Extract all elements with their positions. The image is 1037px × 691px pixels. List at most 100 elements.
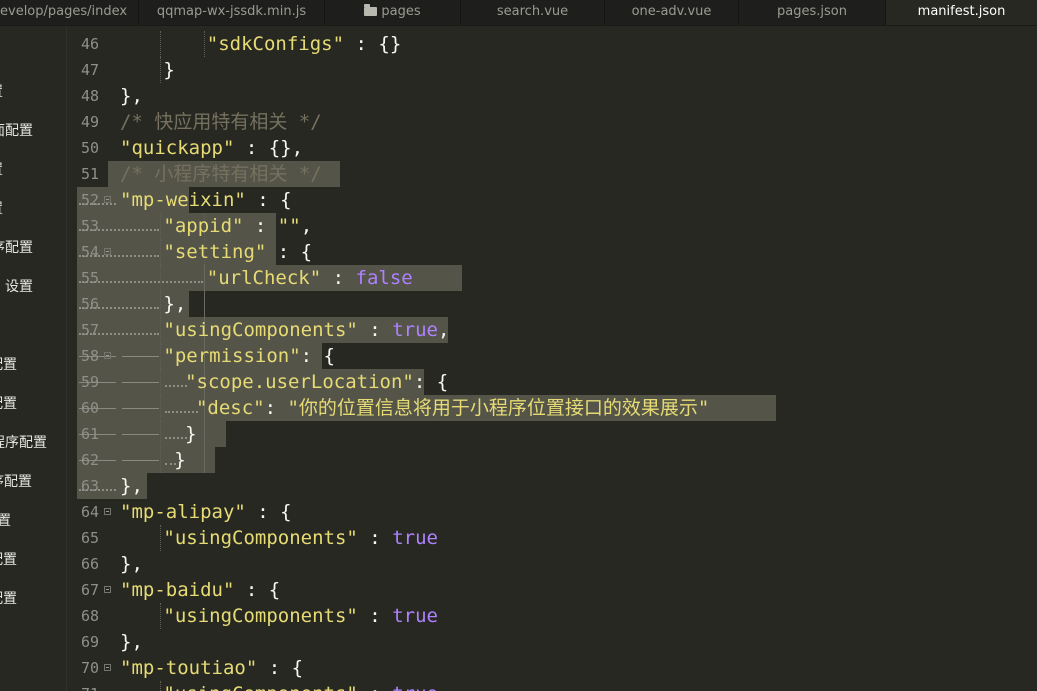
code-text: "mp-alipay" : { <box>120 501 292 523</box>
code-line[interactable]: 68 "usingComponents" : true <box>67 603 1037 629</box>
line-number: 67 <box>80 581 99 599</box>
tab-label: manifest.json <box>917 4 1006 19</box>
tab-pages-json[interactable]: pages.json <box>739 0 886 25</box>
code-text: }, <box>120 85 143 107</box>
code-line[interactable]: 66}, <box>67 551 1037 577</box>
indent-guide <box>160 369 161 395</box>
code-editor[interactable]: 46 "sdkConfigs" : {} 47} 48}, 49/* 快应用特有相关 *… <box>67 26 1037 691</box>
fold-toggle-icon[interactable] <box>104 664 111 671</box>
line-number: 60 <box>80 399 99 417</box>
tab-qqmap-sdk[interactable]: qqmap-wx-jssdk.min.js <box>139 0 325 25</box>
code-line[interactable]: 51 /* 小程序特有相关 */ <box>67 161 1037 187</box>
sidebar-item[interactable]: 配置 <box>0 354 17 374</box>
code-line[interactable]: 64 "mp-alipay" : { <box>67 499 1037 525</box>
code-line[interactable]: 65 "usingComponents" : true <box>67 525 1037 551</box>
code-line[interactable]: 57 "usingComponents" : true, <box>67 317 1037 343</box>
tab-manifest-json[interactable]: manifest.json <box>886 0 1037 25</box>
code-line[interactable]: 63}, <box>67 473 1037 499</box>
code-line[interactable]: 62} <box>67 447 1037 473</box>
code-text: } <box>174 449 186 471</box>
fold-toggle-icon[interactable] <box>104 508 111 515</box>
fold-toggle-icon[interactable] <box>104 196 111 203</box>
code-text: } <box>163 59 175 81</box>
code-text: "desc": "你的位置信息将用于小程序位置接口的效果展示" <box>195 397 710 419</box>
indent-guide <box>204 421 206 447</box>
code-text: }, <box>163 293 187 315</box>
code-line[interactable]: 54 "setting" : { <box>67 239 1037 265</box>
sidebar-item[interactable]: 配置 <box>0 393 17 413</box>
code-line[interactable]: 60 "desc": "你的位置信息将用于小程序位置接口的效果展示" <box>67 395 1037 421</box>
tab-label: search.vue <box>496 4 569 19</box>
tab-marker <box>122 434 160 435</box>
line-number: 69 <box>80 633 99 651</box>
tab-label: pages.json <box>777 4 847 19</box>
tab-index[interactable]: evelop/pages/index <box>0 0 139 25</box>
code-line[interactable]: 61} <box>67 421 1037 447</box>
sidebar-item[interactable]: 序配置 <box>0 471 32 491</box>
sidebar-item[interactable]: 程序配置 <box>0 432 47 452</box>
tab-one-adv-vue[interactable]: one-adv.vue <box>605 0 739 25</box>
tab-bar: evelop/pages/index qqmap-wx-jssdk.min.js… <box>0 0 1037 26</box>
line-number: 66 <box>80 555 99 573</box>
line-number: 57 <box>80 321 99 339</box>
sidebar-item[interactable]: 配置 <box>0 588 17 608</box>
code-line[interactable]: 56}, <box>67 291 1037 317</box>
sidebar-item[interactable]: 置 <box>0 198 3 218</box>
fold-toggle-icon[interactable] <box>104 352 111 359</box>
manifest-config-sidebar: 置 面配置 置 置 序配置 设置 配置 配置 程序配置 序配置 置 配置 配置 <box>0 26 67 691</box>
code-text: } <box>185 423 197 445</box>
indent-guide <box>160 57 161 83</box>
fold-toggle-icon[interactable] <box>104 586 111 593</box>
sidebar-item[interactable]: 配置 <box>0 549 17 569</box>
indent-guide <box>160 525 161 551</box>
fold-toggle-icon[interactable] <box>104 248 111 255</box>
sidebar-item[interactable]: 置 <box>0 81 3 101</box>
indent-guide <box>160 447 161 473</box>
code-text: "usingComponents" : true <box>163 605 438 627</box>
tab-label: evelop/pages/index <box>0 4 128 19</box>
code-line[interactable]: 58 "permission": { <box>67 343 1037 369</box>
code-line[interactable]: 70 "mp-toutiao" : { <box>67 655 1037 681</box>
indent-guide <box>204 291 206 317</box>
code-line[interactable]: 49 /* 快应用特有相关 */ <box>67 109 1037 135</box>
indent-guide <box>160 291 161 317</box>
code-line[interactable]: 46 "sdkConfigs" : {} <box>67 31 1037 57</box>
tab-marker <box>122 356 160 357</box>
code-line[interactable]: 55 "urlCheck" : false <box>67 265 1037 291</box>
whitespace-dots <box>165 385 188 387</box>
code-line[interactable]: 50 "quickapp" : {}, <box>67 135 1037 161</box>
code-text: "scope.userLocation": { <box>185 371 449 393</box>
line-number: 54 <box>80 243 99 261</box>
tab-search-vue[interactable]: search.vue <box>461 0 605 25</box>
indent-guide <box>160 31 161 57</box>
code-line[interactable]: 53 "appid" : "", <box>67 213 1037 239</box>
code-line[interactable]: 52 "mp-weixin" : { <box>67 187 1037 213</box>
code-text: /* 小程序特有相关 */ <box>120 163 322 185</box>
sidebar-item[interactable]: 置 <box>0 510 11 530</box>
line-number: 62 <box>80 451 99 469</box>
code-line[interactable]: 59 "scope.userLocation": { <box>67 369 1037 395</box>
sidebar-item[interactable]: 置 <box>0 159 3 179</box>
code-line[interactable]: 69}, <box>67 629 1037 655</box>
whitespace-dots <box>165 437 188 439</box>
code-text: "mp-baidu" : { <box>120 579 281 601</box>
sidebar-item[interactable]: 设置 <box>5 276 33 296</box>
code-text: "appid" : "", <box>163 215 313 237</box>
tab-pages-folder[interactable]: pages <box>325 0 461 25</box>
code-text: }, <box>120 631 143 653</box>
folder-icon <box>364 4 378 16</box>
code-line[interactable]: 48}, <box>67 83 1037 109</box>
code-text: "sdkConfigs" : {} <box>206 33 402 55</box>
line-number: 46 <box>80 35 99 53</box>
sidebar-item[interactable]: 面配置 <box>0 120 33 140</box>
code-line[interactable]: 71 "usingComponents" : true <box>67 681 1037 691</box>
code-text: }, <box>120 475 143 497</box>
code-line[interactable]: 47} <box>67 57 1037 83</box>
indent-guide <box>160 265 161 291</box>
code-line[interactable]: 67 "mp-baidu" : { <box>67 577 1037 603</box>
code-text: "quickapp" : {}, <box>120 137 304 159</box>
line-number: 63 <box>80 477 99 495</box>
indent-guide <box>160 421 161 447</box>
sidebar-item[interactable]: 序配置 <box>0 237 33 257</box>
line-number: 58 <box>80 347 99 365</box>
